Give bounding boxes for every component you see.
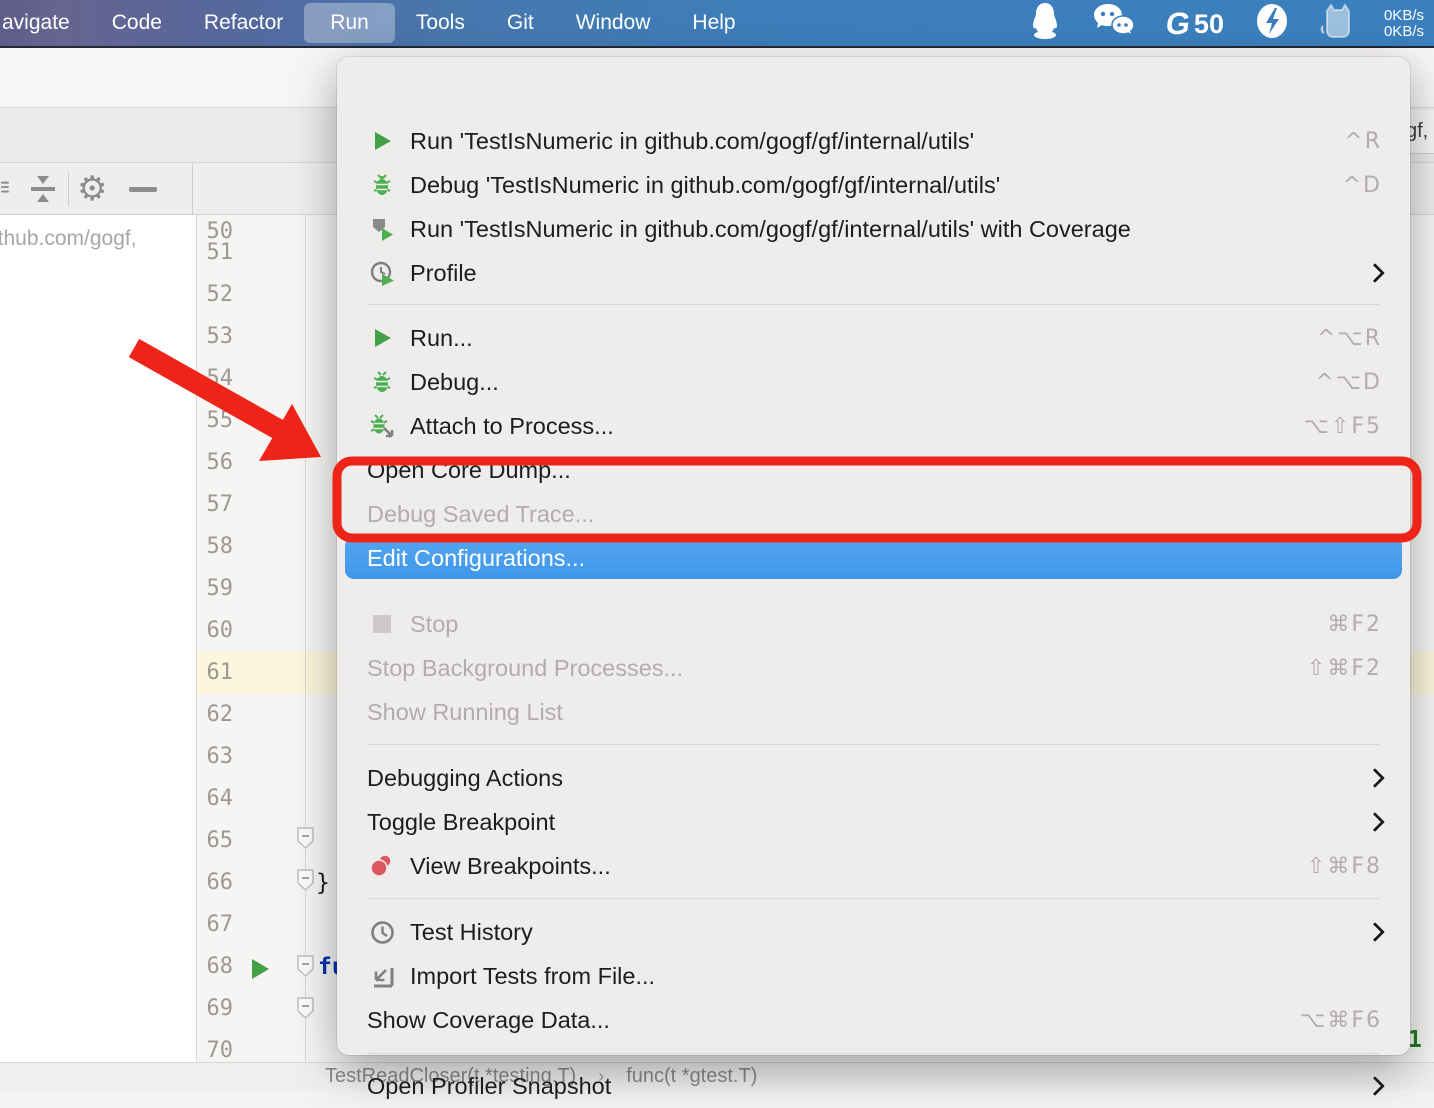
menu-item-show-coverage-data[interactable]: Show Coverage Data... ⌥⌘F6 bbox=[337, 998, 1410, 1042]
submenu-arrow-icon bbox=[1365, 812, 1385, 832]
menu-item-stop: Stop ⌘F2 bbox=[337, 602, 1410, 646]
lightning-ball-icon[interactable] bbox=[1254, 2, 1290, 46]
line-number: 60 bbox=[197, 610, 233, 652]
menu-item-edit-configurations[interactable]: Edit Configurations... bbox=[337, 537, 1410, 579]
project-tree-item[interactable]: ithub.com/gogf, bbox=[0, 227, 137, 251]
line-number: 67 bbox=[197, 904, 233, 946]
menu-item-run-with-coverage[interactable]: Run 'TestIsNumeric in github.com/gogf/gf… bbox=[337, 207, 1410, 251]
select-opened-file-icon[interactable] bbox=[0, 176, 10, 202]
menu-item-open-profiler-snapshot[interactable]: Open Profiler Snapshot bbox=[337, 1064, 1410, 1108]
menu-item-view-breakpoints[interactable]: View Breakpoints... ⇧⌘F8 bbox=[337, 844, 1410, 888]
menubar-item-run[interactable]: Run bbox=[304, 3, 395, 43]
line-number: 69 bbox=[197, 988, 233, 1030]
stop-icon bbox=[367, 610, 397, 638]
line-number: 58 bbox=[197, 526, 233, 568]
g-badge-icon[interactable]: G50 bbox=[1166, 6, 1224, 42]
line-number: 54 bbox=[197, 358, 233, 400]
line-number: 66 bbox=[197, 862, 233, 904]
hide-panel-icon[interactable] bbox=[129, 187, 157, 192]
menu-item-show-running-list: Show Running List bbox=[337, 690, 1410, 734]
line-number: 53 bbox=[197, 316, 233, 358]
macos-menu-bar: avigate Code Refactor Run Tools Git Wind… bbox=[0, 0, 1434, 48]
project-panel-toolbar: ⚙ bbox=[0, 163, 193, 215]
menu-separator bbox=[367, 744, 1380, 745]
run-menu-popup: Run 'TestIsNumeric in github.com/gogf/gf… bbox=[337, 57, 1410, 1055]
line-number: 57 bbox=[197, 484, 233, 526]
menu-item-open-core-dump[interactable]: Open Core Dump... bbox=[337, 448, 1410, 492]
line-number: 65 bbox=[197, 820, 233, 862]
menubar-item-code[interactable]: Code bbox=[91, 5, 183, 41]
fold-marker-icon[interactable] bbox=[296, 954, 315, 976]
attach-process-icon bbox=[367, 412, 397, 440]
line-number: 51 bbox=[197, 232, 233, 274]
menu-separator bbox=[367, 304, 1380, 305]
profile-icon bbox=[367, 259, 397, 287]
menubar-status-icons: G50 0KB/s 0KB/s bbox=[1028, 0, 1424, 48]
line-number: 70 bbox=[197, 1030, 233, 1062]
submenu-arrow-icon bbox=[1365, 768, 1385, 788]
menubar-item-git[interactable]: Git bbox=[486, 5, 555, 41]
submenu-arrow-icon bbox=[1365, 922, 1385, 942]
network-speed-indicator: 0KB/s 0KB/s bbox=[1384, 8, 1424, 40]
wechat-icon[interactable] bbox=[1092, 2, 1136, 46]
menu-item-profile[interactable]: Profile bbox=[337, 251, 1410, 295]
menu-item-run-test[interactable]: Run 'TestIsNumeric in github.com/gogf/gf… bbox=[337, 119, 1410, 163]
menubar-item-navigate[interactable]: avigate bbox=[0, 5, 91, 41]
menu-item-attach-to-process[interactable]: Attach to Process... ⌥⇧F5 bbox=[337, 404, 1410, 448]
code-text: } bbox=[316, 870, 330, 896]
fold-marker-icon[interactable] bbox=[296, 996, 315, 1018]
menubar-item-tools[interactable]: Tools bbox=[395, 5, 486, 41]
menu-item-debugging-actions[interactable]: Debugging Actions bbox=[337, 756, 1410, 800]
line-number: 55 bbox=[197, 400, 233, 442]
editor-tab-fragment[interactable]: gf, bbox=[1406, 110, 1434, 154]
menu-item-debug-test[interactable]: Debug 'TestIsNumeric in github.com/gogf/… bbox=[337, 163, 1410, 207]
submenu-arrow-icon bbox=[1365, 1076, 1385, 1096]
qq-penguin-icon[interactable] bbox=[1028, 1, 1062, 47]
menu-item-stop-background-processes: Stop Background Processes... ⇧⌘F2 bbox=[337, 646, 1410, 690]
fold-guide-line bbox=[305, 215, 306, 1062]
line-number: 64 bbox=[197, 778, 233, 820]
coverage-icon bbox=[367, 215, 397, 243]
line-number: 56 bbox=[197, 442, 233, 484]
line-number: 59 bbox=[197, 568, 233, 610]
submenu-arrow-icon bbox=[1365, 263, 1385, 283]
menubar-item-help[interactable]: Help bbox=[671, 5, 756, 41]
menu-item-debug-dialog[interactable]: Debug... ^⌥D bbox=[337, 360, 1410, 404]
menu-item-import-tests[interactable]: Import Tests from File... bbox=[337, 954, 1410, 998]
run-test-gutter-icon[interactable] bbox=[252, 959, 269, 979]
menu-separator bbox=[367, 898, 1380, 899]
toolbar-divider bbox=[68, 172, 69, 206]
collapse-all-icon[interactable] bbox=[26, 174, 60, 204]
import-tests-icon bbox=[367, 962, 397, 990]
menubar-item-refactor[interactable]: Refactor bbox=[183, 5, 304, 41]
history-clock-icon bbox=[367, 918, 397, 946]
run-icon bbox=[367, 324, 397, 352]
breakpoints-icon bbox=[367, 852, 397, 880]
line-number: 62 bbox=[197, 694, 233, 736]
editor-gutter[interactable]: 50 51 52 53 54 55 56 57 58 59 60 61 62 6… bbox=[197, 215, 240, 1062]
fold-marker-icon[interactable] bbox=[296, 826, 315, 848]
menu-selection-highlight: Edit Configurations... bbox=[345, 537, 1402, 579]
gear-icon[interactable]: ⚙ bbox=[77, 172, 107, 206]
run-icon bbox=[367, 127, 397, 155]
debug-icon bbox=[367, 171, 397, 199]
project-panel[interactable]: ithub.com/gogf, bbox=[0, 215, 197, 1062]
menu-item-debug-saved-trace: Debug Saved Trace... bbox=[337, 492, 1410, 536]
line-number-current: 61 bbox=[197, 652, 233, 694]
menu-separator bbox=[367, 1053, 1380, 1054]
line-number: 68 bbox=[197, 946, 233, 988]
menu-item-test-history[interactable]: Test History bbox=[337, 910, 1410, 954]
menu-item-run-dialog[interactable]: Run... ^⌥R bbox=[337, 316, 1410, 360]
code-text-fragment: 1 ` bbox=[1408, 1027, 1434, 1053]
fold-marker-icon[interactable] bbox=[296, 868, 315, 890]
menu-item-toggle-breakpoint[interactable]: Toggle Breakpoint bbox=[337, 800, 1410, 844]
cat-icon[interactable] bbox=[1320, 1, 1354, 47]
menubar-item-window[interactable]: Window bbox=[555, 5, 672, 41]
debug-icon bbox=[367, 368, 397, 396]
line-number: 63 bbox=[197, 736, 233, 778]
line-number: 52 bbox=[197, 274, 233, 316]
